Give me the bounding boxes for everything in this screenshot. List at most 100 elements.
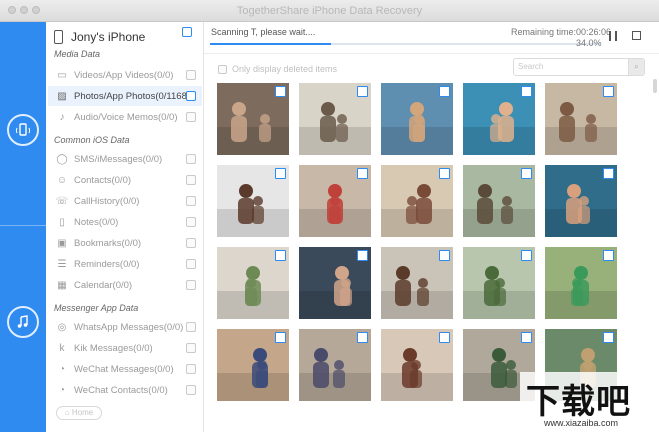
photo-thumbnail[interactable] — [463, 165, 535, 237]
photo-select-checkbox[interactable] — [357, 332, 368, 343]
sidebar-item-contacts[interactable]: ☺ Contacts(0/0) — [48, 170, 202, 190]
wechat-icon: ◔ — [58, 363, 66, 375]
sidebar-item-label: Notes(0/0) — [74, 216, 119, 228]
kik-icon: k — [59, 342, 65, 354]
photo-thumbnail[interactable] — [381, 83, 453, 155]
photo-thumbnail[interactable] — [217, 329, 289, 401]
sidebar-item-checkbox[interactable] — [186, 175, 196, 185]
photo-select-checkbox[interactable] — [439, 250, 450, 261]
photo-select-checkbox[interactable] — [439, 86, 450, 97]
photo-select-checkbox[interactable] — [275, 86, 286, 97]
photo-thumbnail[interactable] — [381, 329, 453, 401]
photo-select-checkbox[interactable] — [521, 332, 532, 343]
stop-icon[interactable] — [632, 31, 641, 40]
deleted-filter[interactable]: Only display deleted items — [218, 64, 337, 74]
sidebar-item-phone[interactable]: ☏ CallHistory(0/0) — [48, 191, 202, 211]
scan-status: Scanning T, please wait.... — [211, 27, 316, 37]
photo-thumbnail[interactable] — [463, 247, 535, 319]
photo-select-checkbox[interactable] — [275, 250, 286, 261]
photo-select-checkbox[interactable] — [357, 168, 368, 179]
sidebar-item-notes[interactable]: ▯ Notes(0/0) — [48, 212, 202, 232]
photo-thumbnail[interactable] — [381, 247, 453, 319]
only-deleted-checkbox[interactable] — [218, 64, 227, 74]
search-placeholder: Search — [518, 62, 544, 71]
sidebar-item-checkbox[interactable] — [186, 322, 196, 332]
photo-thumbnail[interactable] — [381, 165, 453, 237]
photo-thumbnail[interactable] — [217, 165, 289, 237]
main-panel: Scanning T, please wait.... Remaining ti… — [204, 22, 659, 432]
photo-select-checkbox[interactable] — [357, 250, 368, 261]
photo-select-checkbox[interactable] — [603, 86, 614, 97]
sidebar-item-checkbox[interactable] — [186, 343, 196, 353]
music-recovery-icon[interactable] — [7, 306, 39, 338]
photo-thumbnail[interactable] — [217, 83, 289, 155]
phone-recovery-icon[interactable] — [7, 114, 39, 146]
sidebar-item-kik[interactable]: k Kik Messages(0/0) — [48, 338, 202, 358]
sidebar-item-whatsapp[interactable]: ◎ WhatsApp Messages(0/0) — [48, 317, 202, 337]
mode-rail — [0, 22, 46, 432]
photo-thumbnail[interactable] — [299, 329, 371, 401]
sidebar-item-checkbox[interactable] — [186, 154, 196, 164]
sidebar-item-label: CallHistory(0/0) — [74, 195, 140, 207]
sidebar-item-label: Videos/App Videos(0/0) — [74, 69, 174, 81]
sidebar-item-video[interactable]: ▭ Videos/App Videos(0/0) — [48, 65, 202, 85]
rail-divider — [0, 225, 46, 226]
photo-select-checkbox[interactable] — [603, 250, 614, 261]
photo-thumbnail[interactable] — [299, 165, 371, 237]
photo-thumbnail[interactable] — [545, 83, 617, 155]
photo-select-checkbox[interactable] — [521, 168, 532, 179]
sidebar-item-checkbox[interactable] — [186, 70, 196, 80]
sidebar-item-audio[interactable]: ♪ Audio/Voice Memos(0/0) — [48, 107, 202, 127]
scan-progress-bar — [210, 43, 600, 45]
photo-select-checkbox[interactable] — [357, 86, 368, 97]
photo-thumbnail[interactable] — [463, 83, 535, 155]
watermark-url: www.xiazaiba.com — [544, 418, 619, 428]
message-icon: ◯ — [56, 153, 68, 165]
photo-select-checkbox[interactable] — [603, 168, 614, 179]
sidebar-item-wechat-contacts[interactable]: ◔ WeChat Contacts(0/0) — [48, 380, 202, 400]
search-icon[interactable]: ⌕ — [628, 59, 644, 75]
phone-icon: ☏ — [55, 195, 69, 207]
sidebar-item-checkbox[interactable] — [186, 91, 196, 101]
photo-thumbnail[interactable] — [299, 247, 371, 319]
sidebar-item-bookmark[interactable]: ▣ Bookmarks(0/0) — [48, 233, 202, 253]
photo-select-checkbox[interactable] — [521, 250, 532, 261]
sidebar-item-checkbox[interactable] — [186, 238, 196, 248]
photo-thumbnail[interactable] — [299, 83, 371, 155]
sidebar-item-checkbox[interactable] — [186, 259, 196, 269]
photo-thumbnail[interactable] — [545, 247, 617, 319]
calendar-icon: ▦ — [57, 279, 67, 291]
home-button[interactable]: ⌂ Home — [56, 406, 102, 420]
sidebar-item-checkbox[interactable] — [186, 385, 196, 395]
sidebar-item-reminder[interactable]: ☰ Reminders(0/0) — [48, 254, 202, 274]
search-box[interactable]: Search ⌕ — [513, 58, 645, 76]
sidebar-item-label: SMS/iMessages(0/0) — [74, 153, 163, 165]
sidebar-item-calendar[interactable]: ▦ Calendar(0/0) — [48, 275, 202, 295]
sidebar-item-checkbox[interactable] — [186, 112, 196, 122]
photo-thumbnail[interactable] — [545, 165, 617, 237]
device-header: Jony's iPhone — [54, 27, 200, 47]
photo-select-checkbox[interactable] — [439, 168, 450, 179]
sidebar-item-checkbox[interactable] — [186, 196, 196, 206]
sidebar-item-message[interactable]: ◯ SMS/iMessages(0/0) — [48, 149, 202, 169]
sidebar-item-photo[interactable]: ▨ Photos/App Photos(0/11685) — [48, 86, 202, 106]
photo-select-checkbox[interactable] — [439, 332, 450, 343]
sidebar-item-checkbox[interactable] — [186, 280, 196, 290]
sidebar-item-checkbox[interactable] — [186, 217, 196, 227]
select-all-checkbox[interactable] — [182, 27, 192, 37]
pause-icon[interactable] — [609, 31, 617, 41]
video-icon: ▭ — [57, 69, 67, 81]
scan-progress-fill — [210, 43, 331, 45]
photo-thumbnail[interactable] — [217, 247, 289, 319]
header-divider — [204, 53, 659, 54]
photo-select-checkbox[interactable] — [275, 168, 286, 179]
photo-select-checkbox[interactable] — [603, 332, 614, 343]
sidebar-item-label: Contacts(0/0) — [74, 174, 132, 186]
photo-select-checkbox[interactable] — [275, 332, 286, 343]
sidebar-item-label: WhatsApp Messages(0/0) — [74, 321, 184, 333]
vertical-scrollbar[interactable] — [653, 79, 657, 93]
remaining-time: Remaining time:00:26:06 — [511, 27, 612, 37]
sidebar-item-checkbox[interactable] — [186, 364, 196, 374]
sidebar-item-wechat[interactable]: ◔ WeChat Messages(0/0) — [48, 359, 202, 379]
photo-select-checkbox[interactable] — [521, 86, 532, 97]
